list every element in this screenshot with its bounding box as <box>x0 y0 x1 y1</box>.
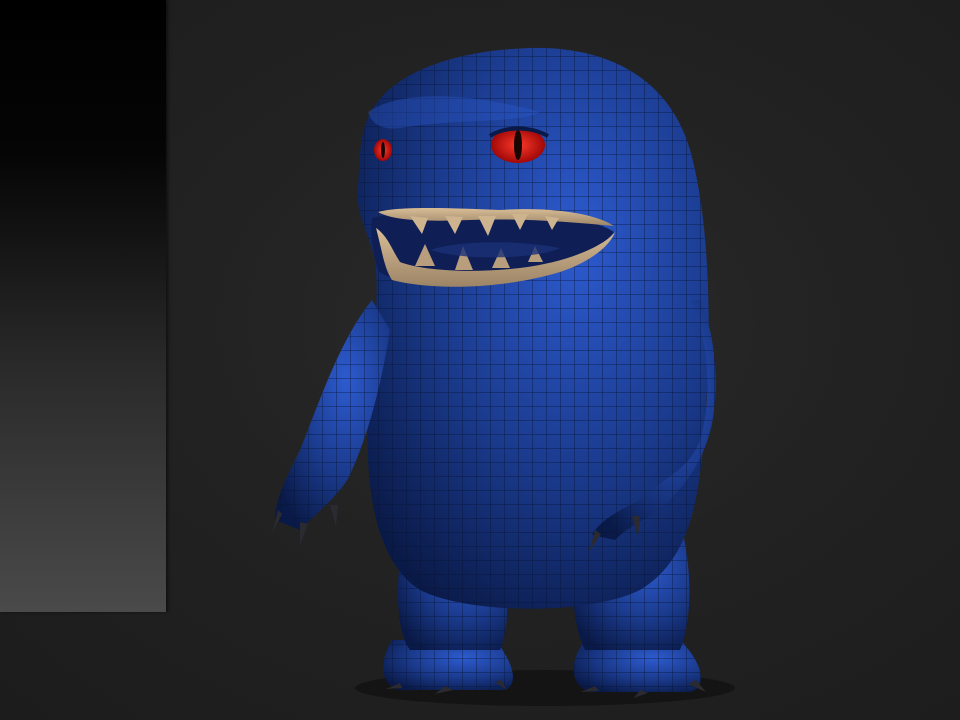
creature-scene <box>272 47 735 706</box>
render-viewport <box>0 0 960 720</box>
left-eye <box>374 139 392 161</box>
